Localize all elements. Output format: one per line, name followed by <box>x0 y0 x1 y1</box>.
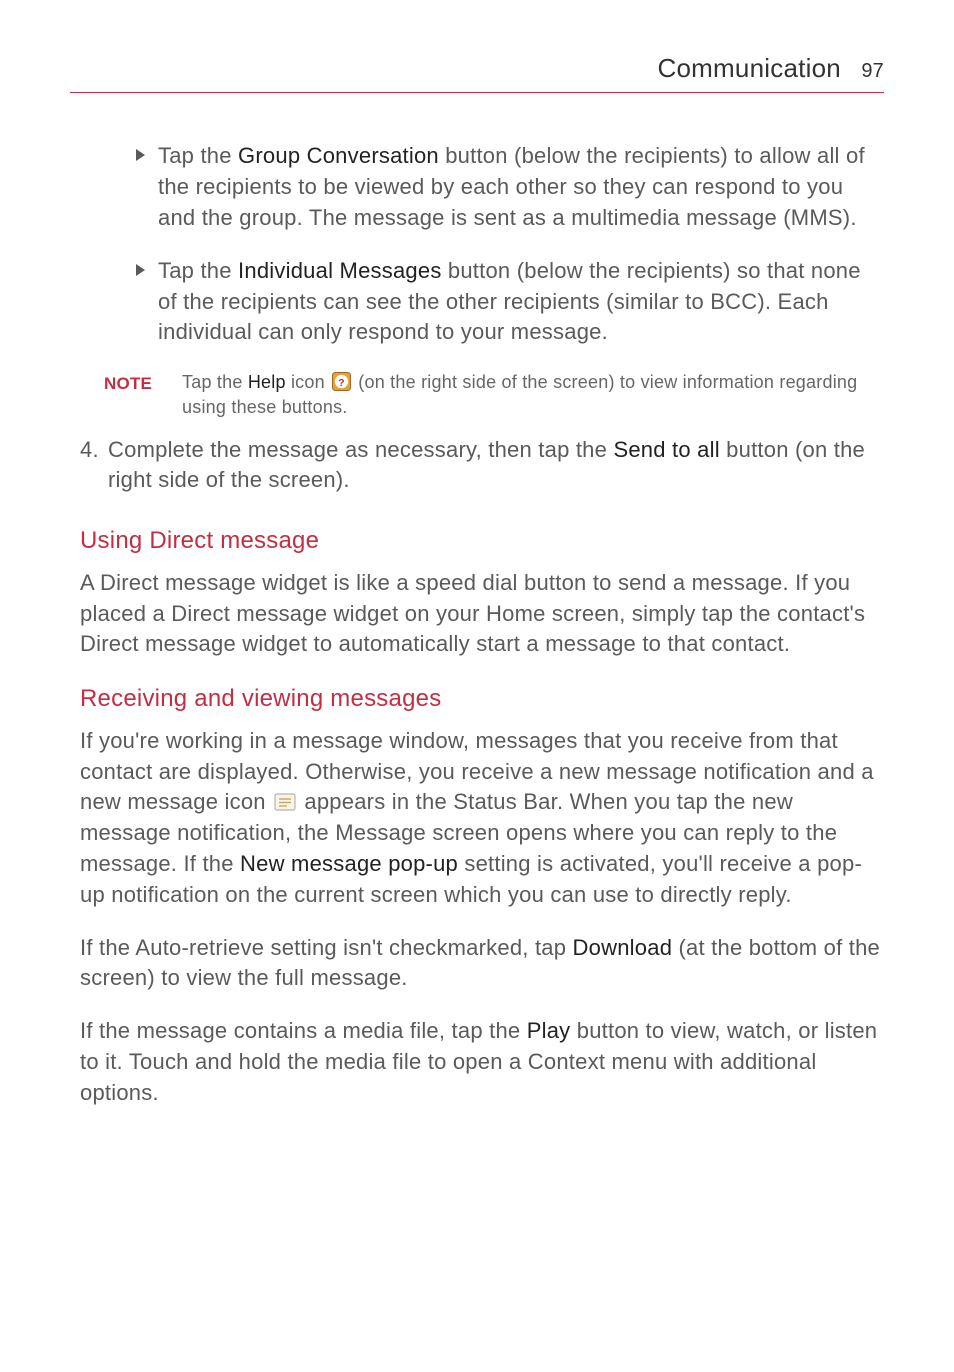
heading-receiving: Receiving and viewing messages <box>80 682 880 716</box>
triangle-bullet-icon <box>136 264 158 348</box>
step-number: 4. <box>80 435 108 497</box>
bold-text: New message pop-up <box>240 851 458 876</box>
message-icon <box>274 791 296 811</box>
paragraph-receiving-3: If the message contains a media file, ta… <box>80 1016 880 1108</box>
bold-text: Play <box>527 1018 571 1043</box>
note-block: NOTE Tap the Help icon ? (on the right s… <box>80 370 880 420</box>
page-header: Communication 97 <box>70 50 884 93</box>
text: If the Auto-retrieve setting isn't check… <box>80 935 573 960</box>
text: Complete the message as necessary, then … <box>108 437 613 462</box>
text: icon <box>286 372 330 392</box>
bold-text: Group Conversation <box>238 143 439 168</box>
text: If the message contains a media file, ta… <box>80 1018 527 1043</box>
bullet-text: Tap the Individual Messages button (belo… <box>158 256 880 348</box>
note-label: NOTE <box>104 370 182 420</box>
bold-text: Help <box>248 372 286 392</box>
section-title: Communication <box>657 53 841 83</box>
paragraph-direct-message: A Direct message widget is like a speed … <box>80 568 880 660</box>
heading-direct-message: Using Direct message <box>80 524 880 558</box>
paragraph-receiving-2: If the Auto-retrieve setting isn't check… <box>80 933 880 995</box>
text: Tap the <box>158 258 238 283</box>
page-content: Tap the Group Conversation button (below… <box>70 141 884 1108</box>
triangle-bullet-icon <box>136 149 158 233</box>
page-number: 97 <box>861 60 884 82</box>
step-text: Complete the message as necessary, then … <box>108 435 880 497</box>
text: Tap the <box>158 143 238 168</box>
bullet-group-conversation: Tap the Group Conversation button (below… <box>80 141 880 233</box>
note-text: Tap the Help icon ? (on the right side o… <box>182 370 880 420</box>
svg-text:?: ? <box>338 378 345 389</box>
bold-text: Individual Messages <box>238 258 442 283</box>
text: Tap the <box>182 372 248 392</box>
bold-text: Send to all <box>613 437 719 462</box>
paragraph-receiving-1: If you're working in a message window, m… <box>80 726 880 911</box>
bullet-individual-messages: Tap the Individual Messages button (belo… <box>80 256 880 348</box>
bold-text: Download <box>573 935 673 960</box>
bullet-text: Tap the Group Conversation button (below… <box>158 141 880 233</box>
step-4: 4. Complete the message as necessary, th… <box>80 435 880 497</box>
help-icon: ? <box>332 372 351 391</box>
